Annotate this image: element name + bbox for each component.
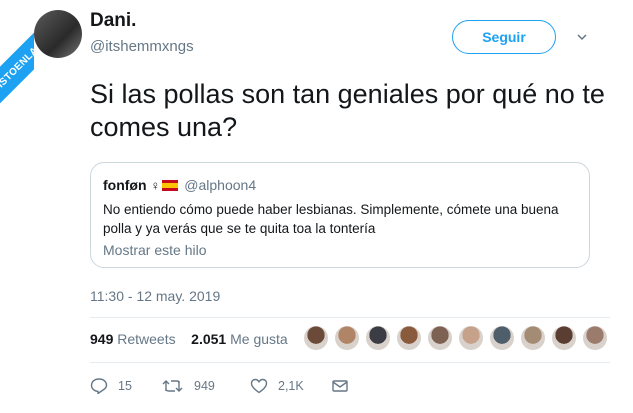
quoted-author-handle: @alphoon4 [184, 177, 257, 193]
reply-button[interactable]: 15 [90, 378, 132, 394]
envelope-icon [332, 380, 348, 392]
divider [90, 317, 610, 318]
watermark: VISTOENLASREDES.COM [0, 0, 34, 110]
tweet-timestamp[interactable]: 11:30 - 12 may. 2019 [90, 288, 220, 304]
liker-avatar[interactable] [303, 325, 329, 351]
quoted-tweet-card[interactable]: fonføn ♀ @alphoon4 No entiendo cómo pued… [90, 162, 590, 268]
tweet-text: Si las pollas son tan geniales por qué n… [90, 79, 605, 142]
liker-avatar[interactable] [489, 325, 515, 351]
liker-avatar[interactable] [458, 325, 484, 351]
like-button[interactable]: 2,1K [250, 378, 304, 394]
author-name[interactable]: Dani. [90, 10, 136, 32]
reply-icon [90, 378, 108, 394]
likes-label[interactable]: Me gusta [230, 331, 288, 347]
liker-avatar[interactable] [365, 325, 391, 351]
retweet-icon [162, 380, 183, 392]
quoted-tweet-text: No entiendo cómo puede haber lesbianas. … [103, 202, 559, 236]
retweet-count: 949 [194, 379, 215, 393]
likes-count[interactable]: 2.051 [191, 331, 226, 347]
author-handle[interactable]: @itshemmxngs [90, 38, 194, 55]
quoted-author-name: fonføn [103, 177, 147, 193]
follow-button[interactable]: Seguir [452, 20, 556, 54]
liker-avatar[interactable] [582, 325, 608, 351]
like-count: 2,1K [278, 379, 304, 393]
quoted-tweet-header: fonføn ♀ @alphoon4 [103, 177, 256, 193]
divider [90, 362, 610, 363]
watermark-text: VISTOENLASREDES.COM [0, 0, 34, 95]
heart-icon [250, 378, 268, 394]
retweets-count[interactable]: 949 [90, 331, 113, 347]
liker-avatar[interactable] [520, 325, 546, 351]
liker-avatar[interactable] [427, 325, 453, 351]
liker-avatars [303, 325, 613, 351]
direct-message-button[interactable] [331, 378, 349, 394]
spain-flag-icon [162, 179, 179, 191]
author-avatar[interactable] [34, 10, 82, 58]
liker-avatar[interactable] [334, 325, 360, 351]
female-symbol: ♀ [150, 177, 161, 193]
reply-count: 15 [118, 379, 132, 393]
tweet-stats: 949 Retweets 2.051 Me gusta [90, 331, 288, 347]
liker-avatar[interactable] [396, 325, 422, 351]
tweet-actions: 15 949 2,1K [90, 378, 390, 396]
liker-avatar[interactable] [551, 325, 577, 351]
retweets-label[interactable]: Retweets [117, 331, 175, 347]
chevron-down-icon[interactable] [577, 32, 587, 42]
retweet-button[interactable]: 949 [162, 378, 215, 394]
show-thread-link[interactable]: Mostrar este hilo [103, 242, 206, 258]
